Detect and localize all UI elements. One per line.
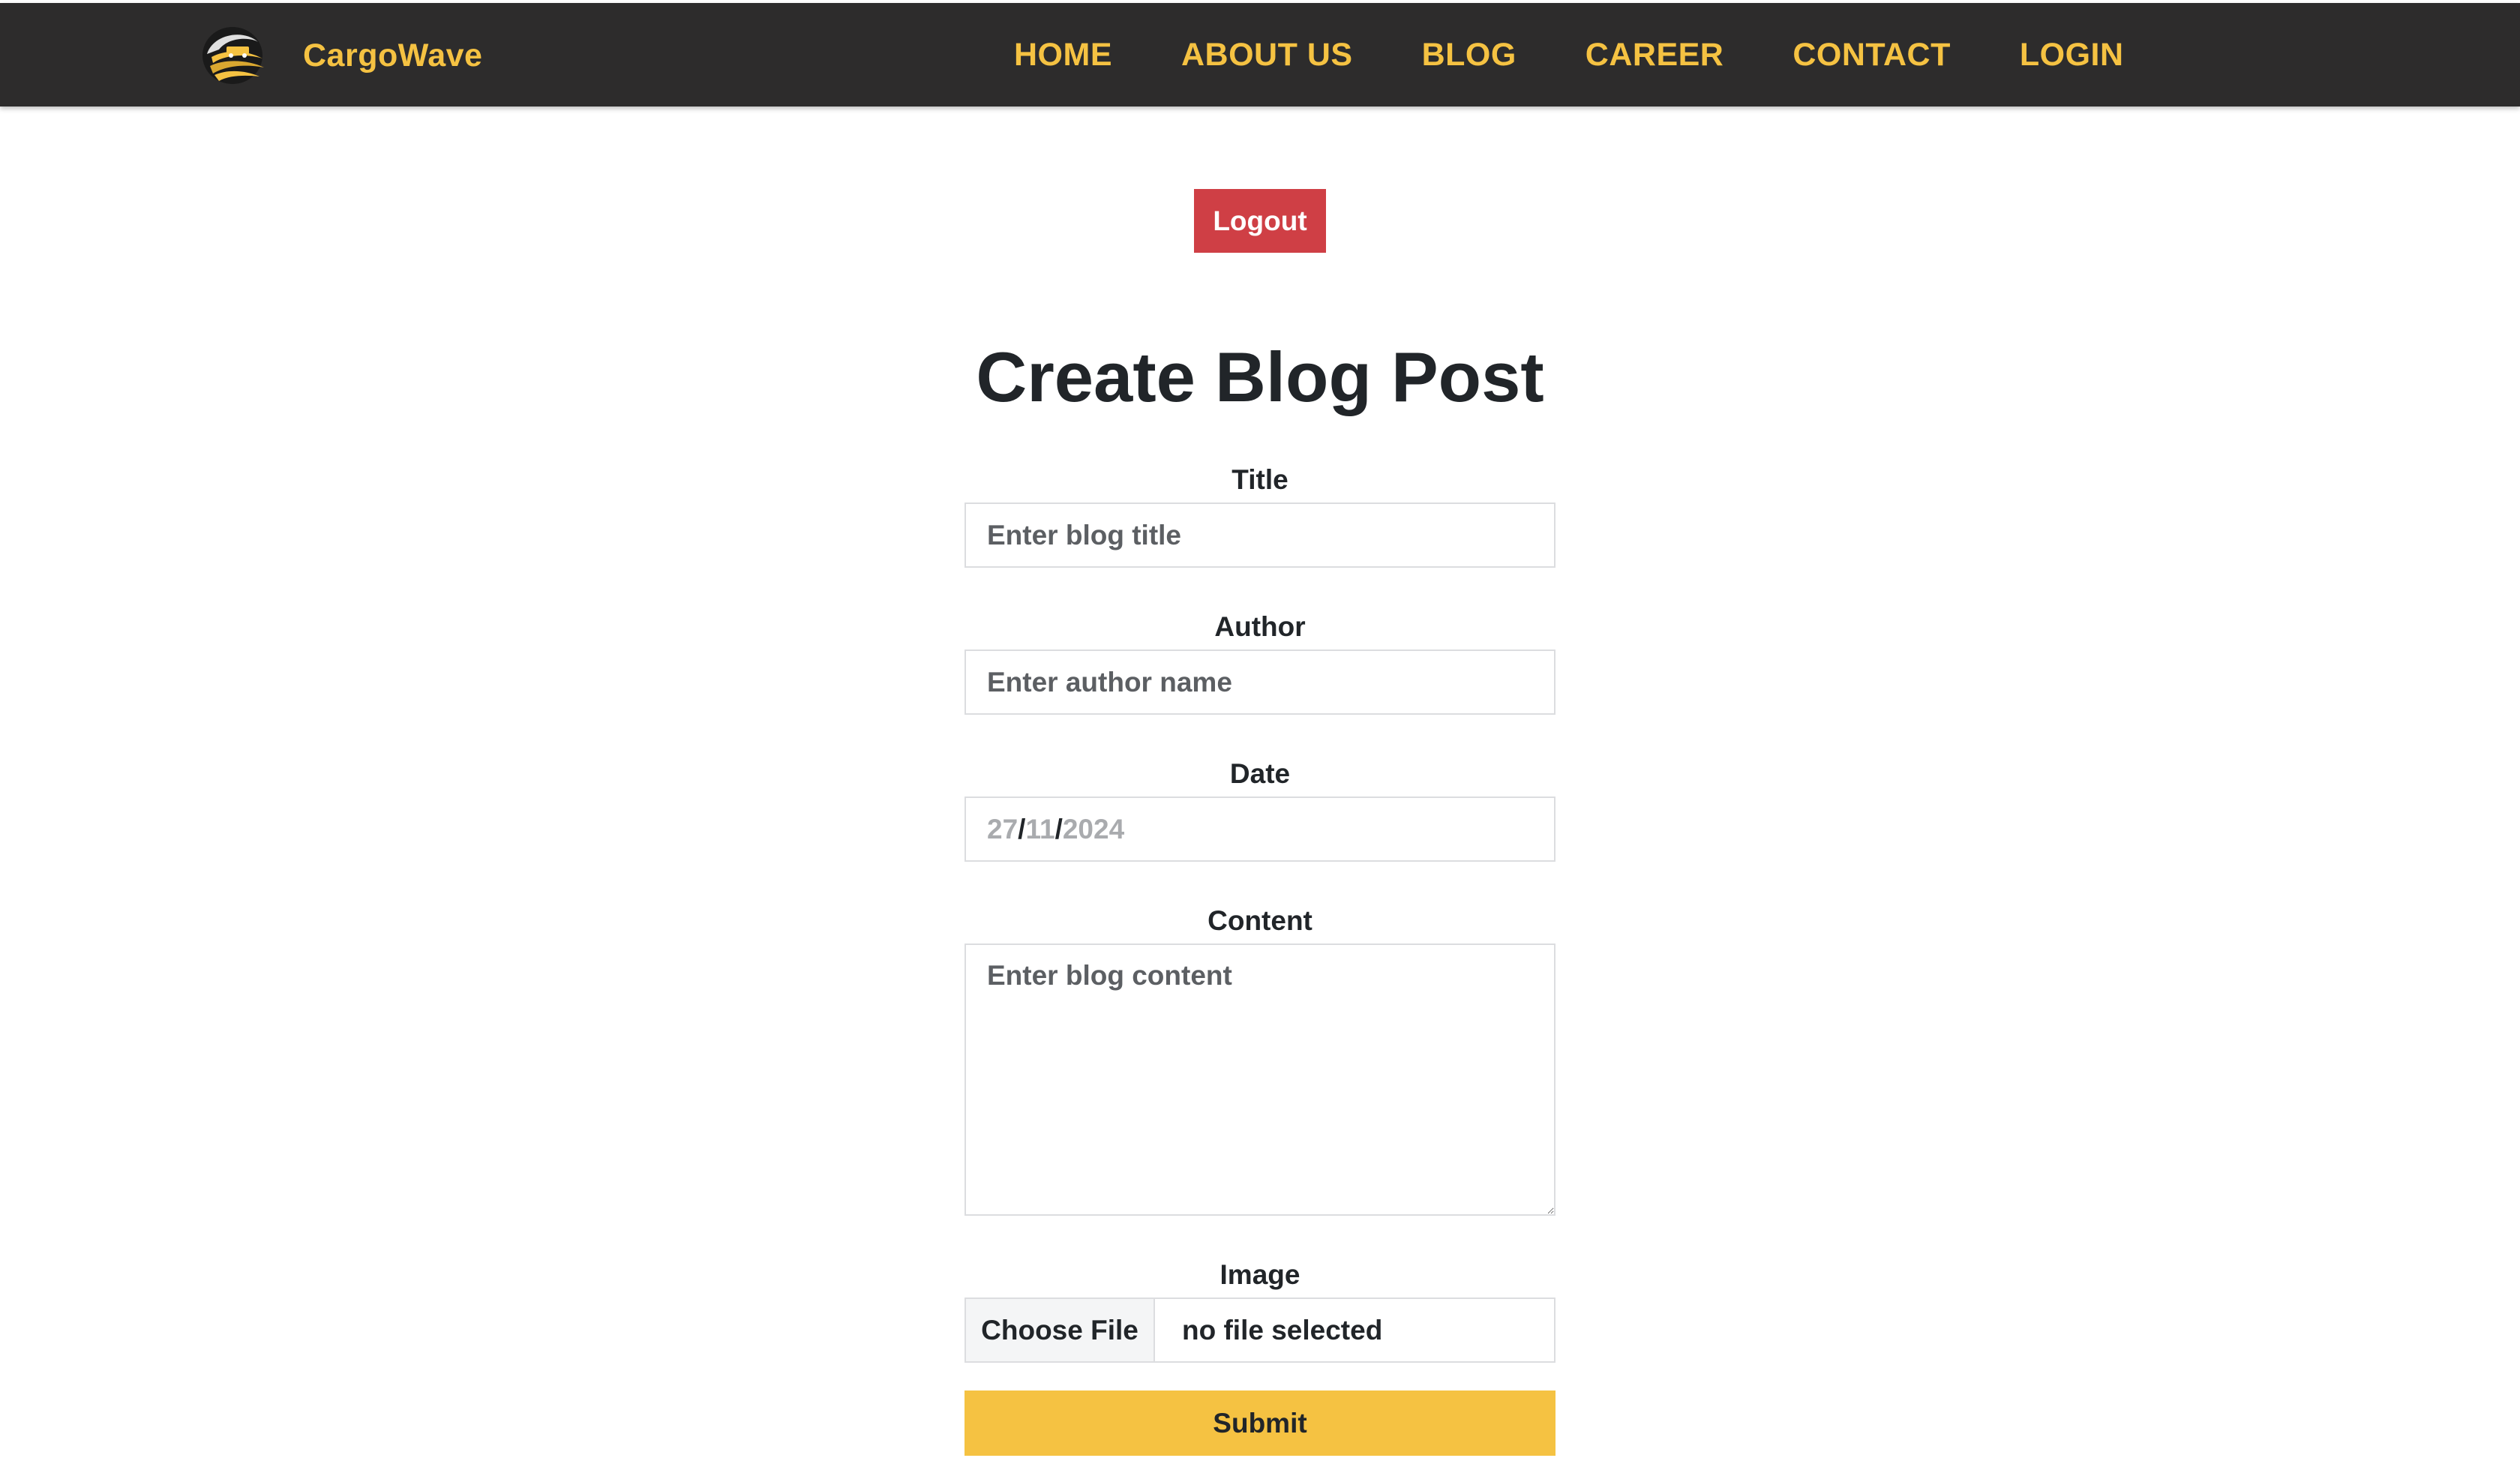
image-label: Image	[1220, 1259, 1300, 1290]
nav-menu: HOME ABOUT US BLOG CAREER CONTACT LOGIN	[980, 3, 2158, 106]
nav-item-login: LOGIN	[1985, 3, 2158, 106]
nav-item-blog: BLOG	[1388, 3, 1551, 106]
nav-item-about-us: ABOUT US	[1147, 3, 1388, 106]
nav-item-contact: CONTACT	[1758, 3, 1985, 106]
content-textarea[interactable]	[964, 944, 1556, 1216]
nav-link-contact[interactable]: CONTACT	[1758, 3, 1985, 106]
title-input[interactable]	[964, 502, 1556, 568]
date-label: Date	[1229, 758, 1291, 789]
author-input[interactable]	[964, 650, 1556, 715]
nav-link-home[interactable]: HOME	[980, 3, 1147, 106]
create-blog-form: Title Author Date 27/11/2024 Content Ima…	[964, 458, 1556, 1456]
date-separator: /	[1018, 813, 1026, 844]
nav-link-career[interactable]: CAREER	[1551, 3, 1759, 106]
top-navbar: CargoWave HOME ABOUT US BLOG CAREER CONT…	[0, 3, 2520, 106]
image-file-input[interactable]: Choose File no file selected	[964, 1298, 1556, 1363]
nav-item-career: CAREER	[1551, 3, 1759, 106]
content-label: Content	[1208, 905, 1312, 936]
logout-button[interactable]: Logout	[1194, 189, 1326, 253]
author-label: Author	[1214, 611, 1306, 642]
choose-file-button[interactable]: Choose File	[966, 1299, 1155, 1361]
nav-link-about-us[interactable]: ABOUT US	[1147, 3, 1388, 106]
date-separator: /	[1054, 813, 1063, 844]
date-input[interactable]: 27/11/2024	[964, 796, 1556, 862]
date-day[interactable]: 27	[987, 814, 1018, 845]
submit-button[interactable]: Submit	[964, 1390, 1556, 1456]
page-title: Create Blog Post	[976, 338, 1544, 416]
brand-name: CargoWave	[303, 37, 483, 74]
brand-link[interactable]: CargoWave	[200, 24, 482, 87]
title-label: Title	[1232, 464, 1288, 495]
cargowave-logo-icon	[202, 27, 264, 84]
date-year[interactable]: 2024	[1063, 814, 1124, 845]
nav-item-home: HOME	[980, 3, 1147, 106]
date-month[interactable]: 11	[1025, 814, 1054, 845]
file-status: no file selected	[1182, 1314, 1383, 1346]
nav-link-blog[interactable]: BLOG	[1388, 3, 1551, 106]
nav-link-login[interactable]: LOGIN	[1985, 3, 2158, 106]
